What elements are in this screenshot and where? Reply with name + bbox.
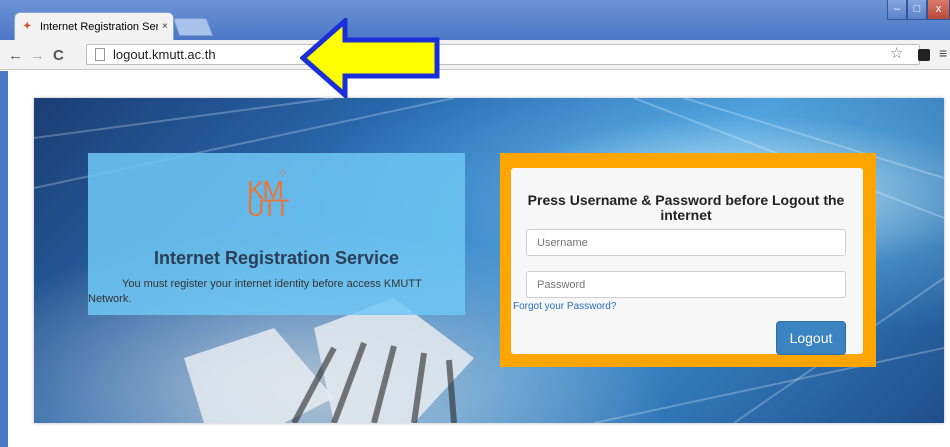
- forgot-password-link[interactable]: Forgot your Password?: [513, 301, 616, 312]
- new-tab-button[interactable]: [172, 18, 214, 36]
- forward-arrow-icon[interactable]: →: [30, 46, 45, 66]
- logo-utt: UTT: [247, 195, 290, 222]
- window-minimize-button[interactable]: –: [887, 0, 907, 20]
- password-input[interactable]: [526, 271, 846, 298]
- kmutt-logo: ⁘ KM UTT: [247, 165, 307, 222]
- service-title: Internet Registration Service: [153, 248, 400, 268]
- username-input[interactable]: [526, 229, 846, 256]
- service-description: You must register your internet identity…: [88, 278, 422, 305]
- logout-button[interactable]: Logout: [776, 321, 846, 355]
- bookmark-star-icon[interactable]: ☆: [890, 44, 903, 62]
- address-bar[interactable]: logout.kmutt.ac.th: [86, 44, 920, 65]
- back-arrow-icon[interactable]: ←: [8, 46, 23, 66]
- browser-tab[interactable]: ✦ Internet Registration Servi ×: [14, 12, 174, 40]
- favicon-icon: ✦: [23, 20, 32, 32]
- window-maximize-button[interactable]: □: [907, 0, 927, 20]
- page-icon: [95, 48, 105, 61]
- reload-icon[interactable]: C: [53, 46, 64, 66]
- login-heading: Press Username & Password before Logout …: [527, 192, 845, 223]
- window-border: [0, 71, 8, 447]
- yellow-arrow-icon: [300, 18, 440, 98]
- url-text[interactable]: logout.kmutt.ac.th: [113, 47, 216, 62]
- window-close-button[interactable]: x: [927, 0, 950, 20]
- extension-icon[interactable]: [918, 49, 930, 61]
- chrome-menu-icon[interactable]: ≡: [939, 45, 947, 61]
- tab-close-icon[interactable]: ×: [162, 21, 168, 32]
- tab-title: Internet Registration Servi: [40, 20, 158, 33]
